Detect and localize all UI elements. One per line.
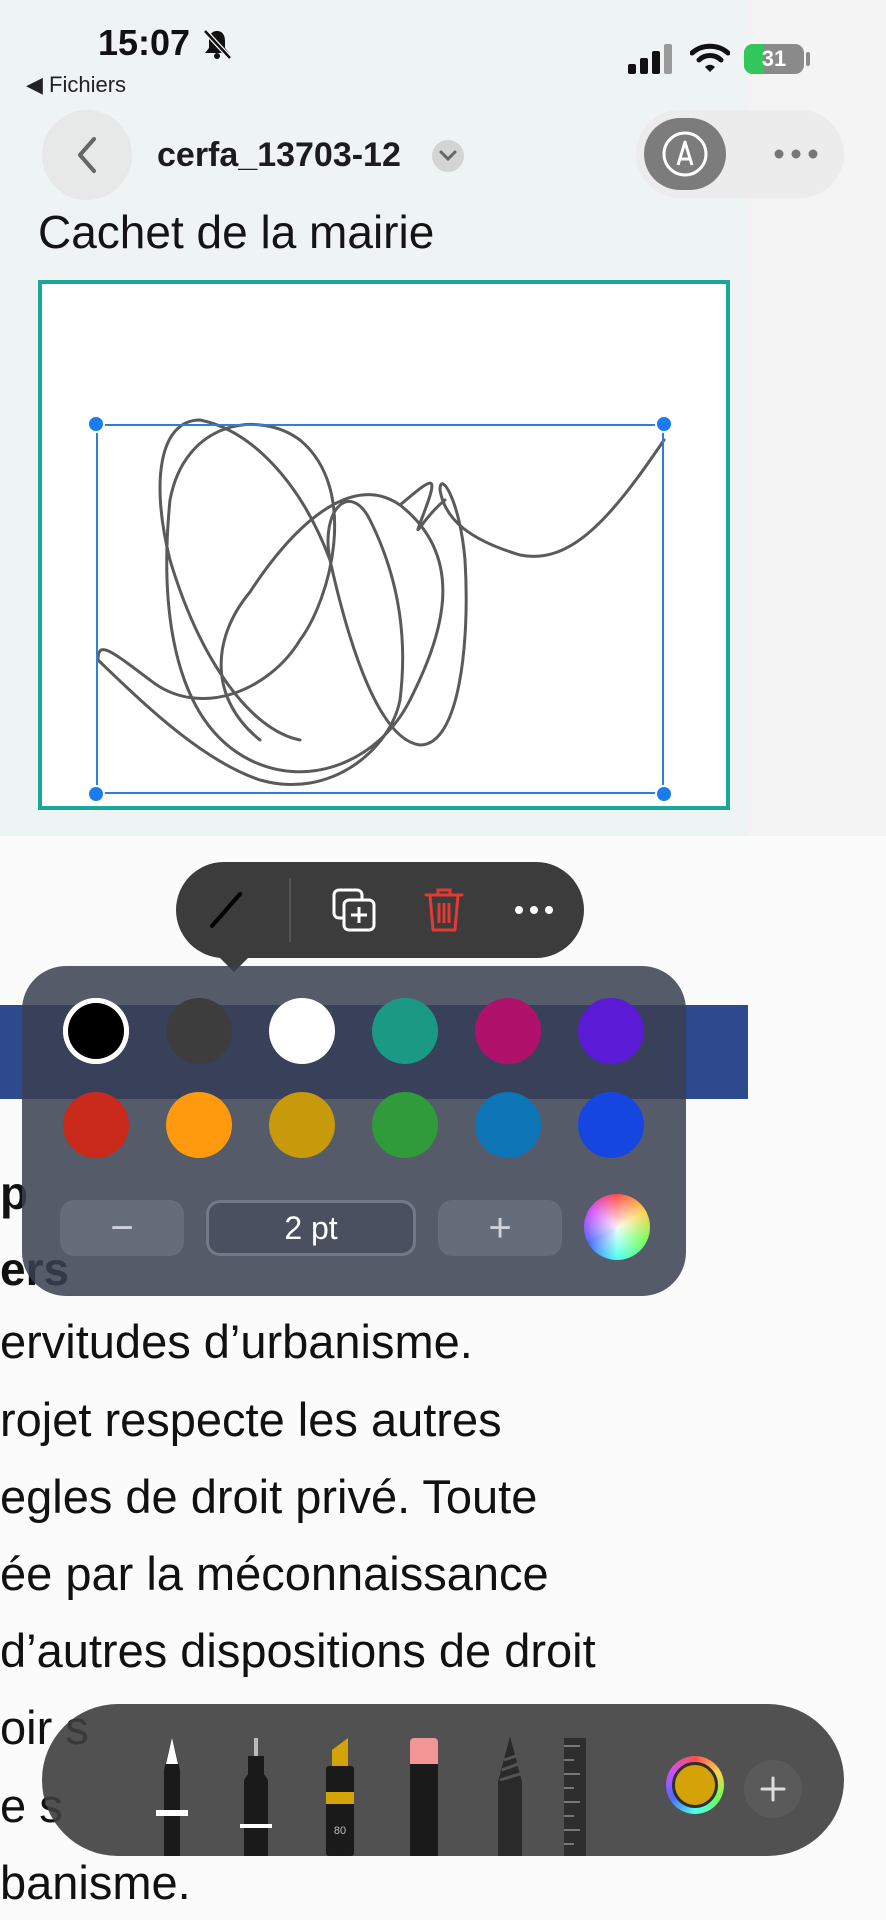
color-swatch[interactable] — [269, 1092, 335, 1158]
markup-pen-icon — [662, 131, 708, 177]
back-button[interactable] — [42, 110, 132, 200]
battery-level-text: 31 — [761, 46, 787, 71]
increase-size-button[interactable]: + — [438, 1200, 562, 1256]
chevron-down-icon — [439, 150, 457, 162]
doc-line-2: rojet respecte les autres — [0, 1393, 502, 1446]
resize-handle-top-right[interactable] — [655, 415, 673, 433]
ellipsis-icon — [515, 906, 553, 914]
ruler-tool[interactable] — [560, 1730, 590, 1856]
stroke-size-field[interactable]: 2 pt — [206, 1200, 416, 1256]
eraser-tool[interactable] — [402, 1730, 446, 1856]
resize-handle-top-left[interactable] — [87, 415, 105, 433]
color-swatch[interactable] — [475, 998, 541, 1064]
pen-tool[interactable] — [150, 1730, 194, 1856]
markup-toggle-button[interactable] — [644, 118, 726, 190]
chevron-left-icon — [78, 137, 96, 173]
pencil-tool[interactable] — [488, 1730, 532, 1856]
add-tool-button[interactable] — [744, 1760, 802, 1818]
status-time: 15:07 — [98, 22, 191, 63]
doc-line-5: d’autres dispositions de droit — [0, 1624, 596, 1677]
color-swatch[interactable] — [372, 998, 438, 1064]
document-title[interactable]: cerfa_13703-12 — [157, 136, 401, 175]
duplicate-button[interactable] — [320, 876, 388, 944]
color-swatch[interactable] — [475, 1092, 541, 1158]
doc-line-1: ervitudes d’urbanisme. — [0, 1315, 473, 1368]
doc-line-4: ée par la méconnaissance — [0, 1547, 549, 1600]
color-swatch[interactable] — [372, 1092, 438, 1158]
color-swatch[interactable] — [578, 998, 644, 1064]
color-swatch[interactable] — [63, 998, 129, 1064]
current-color-swatch — [672, 1762, 718, 1808]
title-menu-button[interactable] — [432, 140, 464, 172]
fineliner-tool[interactable] — [234, 1730, 278, 1856]
toolbar-separator — [289, 878, 291, 942]
cellular-signal-icon — [628, 44, 672, 74]
color-swatch[interactable] — [578, 1092, 644, 1158]
resize-handle-bottom-right[interactable] — [655, 785, 673, 803]
plus-icon — [760, 1776, 786, 1802]
context-more-button[interactable] — [500, 876, 568, 944]
delete-button[interactable] — [410, 876, 478, 944]
selection-box[interactable] — [96, 424, 664, 794]
decrease-size-button[interactable]: − — [60, 1200, 184, 1256]
stroke-style-button[interactable] — [192, 876, 260, 944]
custom-color-picker[interactable] — [584, 1194, 650, 1260]
back-to-files-link[interactable]: ◀ Fichiers — [26, 72, 126, 98]
battery-tip — [806, 52, 810, 66]
silent-bell-icon — [203, 29, 232, 60]
highlighter-opacity-label: 80 — [333, 1825, 347, 1837]
battery-indicator: 31 — [744, 44, 804, 74]
color-swatch[interactable] — [269, 998, 335, 1064]
duplicate-icon — [332, 888, 376, 932]
resize-handle-bottom-left[interactable] — [87, 785, 105, 803]
color-swatch[interactable] — [63, 1092, 129, 1158]
doc-line-8: banisme. — [0, 1856, 191, 1909]
highlighter-tool[interactable] — [318, 1730, 362, 1856]
wifi-icon — [690, 43, 730, 72]
doc-line-3: egles de droit privé. Toute — [0, 1470, 538, 1523]
color-swatch[interactable] — [166, 1092, 232, 1158]
ellipsis-icon — [774, 149, 818, 159]
color-swatch[interactable] — [166, 998, 232, 1064]
line-stroke-icon — [210, 892, 242, 928]
trash-icon — [424, 888, 464, 932]
more-options-button[interactable] — [756, 118, 836, 190]
current-color-button[interactable] — [666, 1756, 724, 1814]
